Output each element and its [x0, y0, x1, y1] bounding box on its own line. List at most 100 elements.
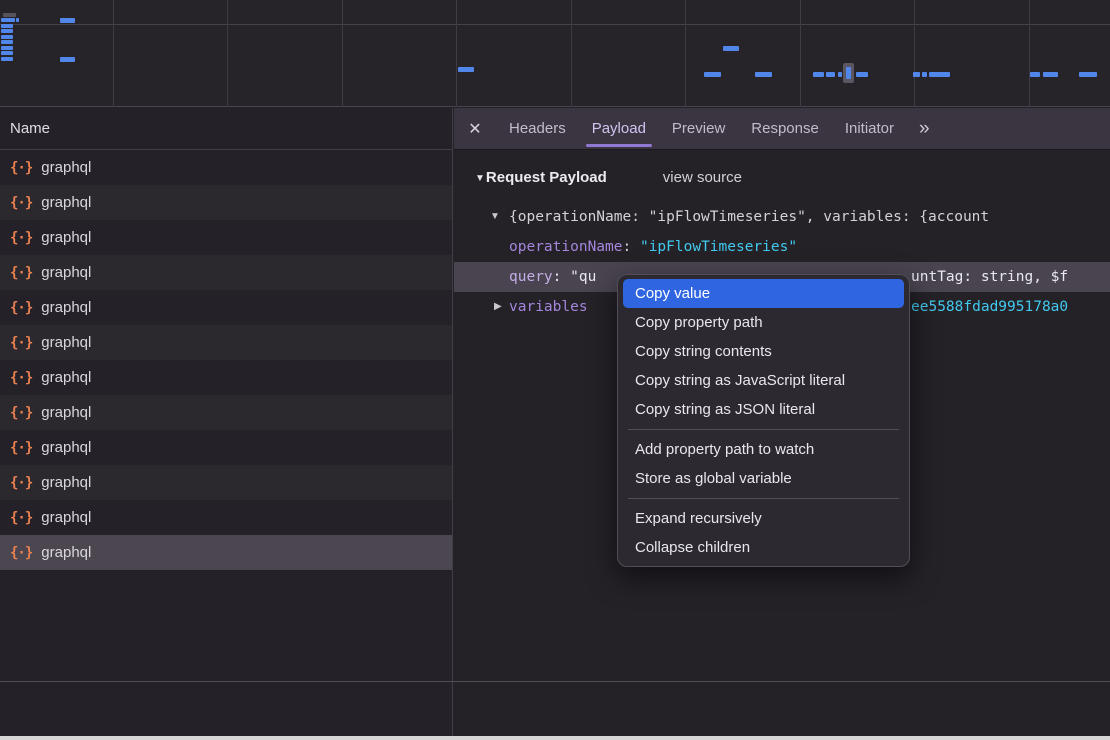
menu-item-collapse-children[interactable]: Collapse children: [623, 533, 904, 562]
json-segment: "qu: [570, 269, 596, 285]
request-timing-bar: [60, 57, 75, 62]
json-segment: "ipFlowTimeseries": [640, 239, 797, 255]
footer-divider: [0, 681, 1110, 682]
fetch-xhr-icon: {·}: [10, 335, 32, 351]
fetch-xhr-icon: {·}: [10, 475, 32, 491]
tree-expand-triangle-icon[interactable]: ▶: [494, 292, 502, 322]
tab-headers[interactable]: Headers: [496, 108, 579, 149]
fetch-xhr-icon: {·}: [10, 160, 32, 176]
request-name: graphql: [41, 509, 91, 526]
request-timing-bar: [458, 67, 474, 72]
request-row[interactable]: {·} graphql: [0, 325, 452, 360]
request-name: graphql: [41, 159, 91, 176]
overview-lane-divider: [0, 24, 1110, 25]
fetch-xhr-icon: {·}: [10, 545, 32, 561]
json-segment-right: untTag: string, $f: [911, 262, 1068, 292]
fetch-xhr-icon: {·}: [10, 195, 32, 211]
tree-expand-triangle-icon[interactable]: ▼: [490, 202, 500, 232]
menu-item-copy-string-as-json-literal[interactable]: Copy string as JSON literal: [623, 395, 904, 424]
request-row[interactable]: {·} graphql: [0, 535, 452, 570]
request-row[interactable]: {·}graphql: [0, 290, 452, 325]
more-tabs-button[interactable]: »: [911, 108, 938, 149]
json-segment: untTag: string, $f: [911, 269, 1068, 285]
tabs-container: HeadersPayloadPreviewResponseInitiator: [496, 108, 907, 149]
fetch-xhr-icon: {·}: [10, 440, 32, 456]
section-title: Request Payload: [486, 169, 607, 186]
menu-separator: [628, 429, 899, 430]
tab-payload[interactable]: Payload: [579, 108, 659, 149]
request-row[interactable]: {·}graphql: [0, 430, 452, 465]
request-row[interactable]: {·} graphql: [0, 360, 452, 395]
request-row[interactable]: {·} graphql: [0, 185, 452, 220]
request-name: graphql: [41, 369, 91, 386]
json-segment: operationName: [509, 239, 623, 255]
fetch-xhr-icon: {·}: [10, 370, 32, 386]
menu-item-add-property-path-to-watch[interactable]: Add property path to watch: [623, 435, 904, 464]
fetch-xhr-icon: {·}: [10, 265, 32, 281]
request-timing-bar: [3, 13, 16, 17]
overview-gridline: [227, 0, 228, 107]
overview-gridline: [456, 0, 457, 107]
request-timing-bar: [60, 18, 75, 23]
request-row[interactable]: {·} graphql: [0, 500, 452, 535]
overview-gridline: [571, 0, 572, 107]
request-row[interactable]: {·}graphql: [0, 395, 452, 430]
json-segment: query: [509, 269, 553, 285]
request-name: graphql: [41, 194, 91, 211]
view-source-link[interactable]: view source: [663, 169, 742, 186]
request-timing-bar: [1, 24, 13, 28]
request-payload-section-header[interactable]: ▼Request Payload view source: [454, 163, 1110, 193]
request-row[interactable]: {·}graphql: [0, 255, 452, 290]
payload-tree-row[interactable]: ▼{operationName: "ipFlowTimeseries", var…: [454, 202, 1110, 232]
request-timing-bar: [1043, 72, 1058, 77]
request-timing-bar: [704, 72, 721, 77]
menu-item-expand-recursively[interactable]: Expand recursively: [623, 504, 904, 533]
menu-item-copy-property-path[interactable]: Copy property path: [623, 308, 904, 337]
request-timing-bar: [1030, 72, 1040, 77]
request-row[interactable]: {·}graphql: [0, 465, 452, 500]
tab-response[interactable]: Response: [738, 108, 832, 149]
name-column-header[interactable]: Name: [0, 108, 452, 150]
menu-item-copy-string-contents[interactable]: Copy string contents: [623, 337, 904, 366]
request-timing-bar: [1, 18, 15, 22]
menu-item-store-as-global-variable[interactable]: Store as global variable: [623, 464, 904, 493]
overview-gridline: [113, 0, 114, 107]
devtools-window: Name {·}graphql{·}graphql{·}graphql{·}gr…: [0, 0, 1110, 740]
request-name: graphql: [41, 334, 91, 351]
close-details-button[interactable]: ✕: [454, 108, 496, 149]
request-name: graphql: [41, 544, 91, 561]
request-timing-bar: [838, 72, 842, 77]
request-timing-bar: [16, 18, 19, 22]
overview-gridline: [1029, 0, 1030, 107]
request-timing-bar: [826, 72, 835, 77]
tab-initiator[interactable]: Initiator: [832, 108, 907, 149]
request-name: graphql: [41, 229, 91, 246]
tab-preview[interactable]: Preview: [659, 108, 738, 149]
menu-separator: [628, 498, 899, 499]
menu-item-copy-value[interactable]: Copy value: [623, 279, 904, 308]
fetch-xhr-icon: {·}: [10, 510, 32, 526]
request-timing-bar: [1, 51, 13, 55]
requests-panel: Name {·}graphql{·}graphql{·}graphql{·}gr…: [0, 108, 453, 740]
collapse-triangle-icon[interactable]: ▼: [475, 173, 485, 184]
request-timing-bar: [1, 29, 13, 33]
json-segment: :: [553, 269, 570, 285]
json-segment: variables: [509, 299, 588, 315]
request-row[interactable]: {·}graphql: [0, 220, 452, 255]
request-timing-bar: [813, 72, 824, 77]
details-tab-bar: ✕ HeadersPayloadPreviewResponseInitiator…: [454, 108, 1110, 150]
overview-gridline: [685, 0, 686, 107]
request-list: {·} graphql {·} graphql {·} graphql {·} graphql…: [0, 150, 452, 570]
payload-tree-row[interactable]: operationName: "ipFlowTimeseries": [454, 232, 1110, 262]
request-name: graphql: [41, 404, 91, 421]
request-timing-bar: [1, 35, 13, 39]
overview-gridline: [342, 0, 343, 107]
request-timing-bar: [1079, 72, 1097, 77]
request-row[interactable]: {·} graphql: [0, 150, 452, 185]
request-timing-bar: [755, 72, 772, 77]
network-overview-timeline[interactable]: [0, 0, 1110, 107]
request-timing-bar: [913, 72, 920, 77]
request-name: graphql: [41, 299, 91, 316]
request-timing-bar: [1, 40, 13, 44]
menu-item-copy-string-as-javascript-literal[interactable]: Copy string as JavaScript literal: [623, 366, 904, 395]
